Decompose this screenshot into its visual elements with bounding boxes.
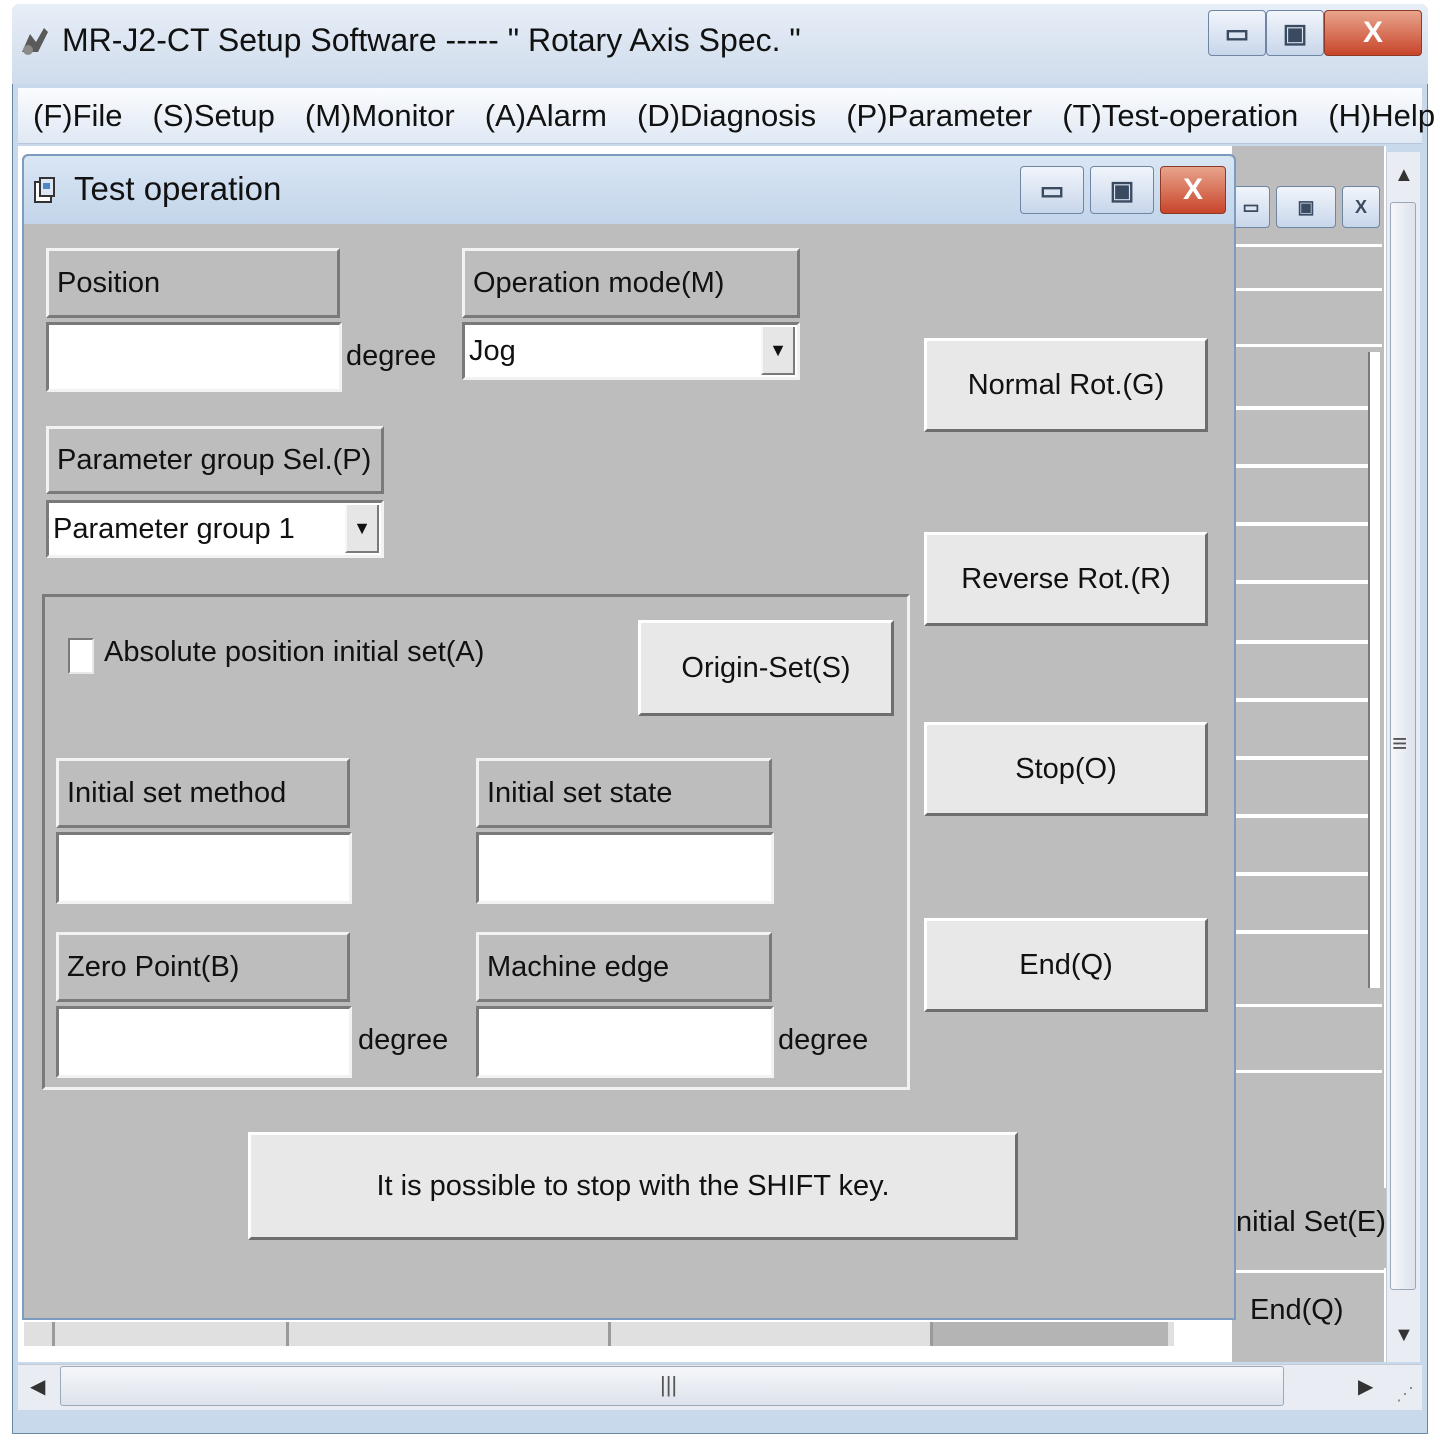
chevron-down-icon[interactable]: ▼: [345, 505, 379, 553]
divider: [608, 1322, 611, 1346]
position-field: [46, 322, 342, 392]
menu-test-operation[interactable]: (T)Test-operation: [1047, 98, 1313, 134]
background-window-panel: [1232, 146, 1384, 1362]
grip-icon: ≡: [1392, 728, 1408, 758]
divider: [1232, 244, 1382, 247]
parameter-group-select[interactable]: Parameter group 1 ▼: [46, 500, 384, 558]
table-row-line: [1232, 872, 1368, 876]
shift-key-hint: It is possible to stop with the SHIFT ke…: [248, 1132, 1018, 1240]
menu-alarm[interactable]: (A)Alarm: [470, 98, 622, 134]
menu-setup[interactable]: (S)Setup: [138, 98, 290, 134]
dialog-maximize-button[interactable]: ▣: [1090, 166, 1154, 214]
scroll-right-icon[interactable]: ▶: [1358, 1374, 1373, 1399]
dialog-title: Test operation: [74, 170, 282, 207]
menu-bar: (F)File (S)Setup (M)Monitor (A)Alarm (D)…: [18, 88, 1435, 144]
dialog-close-button[interactable]: X: [1160, 166, 1226, 214]
close-icon: X: [1182, 173, 1203, 206]
maximize-icon: ▣: [1297, 197, 1315, 217]
app-title: MR-J2-CT Setup Software ----- " Rotary A…: [62, 22, 801, 58]
divider: [1232, 1004, 1382, 1007]
grip-icon: |||: [660, 1372, 678, 1397]
initial-set-method-field: [56, 832, 352, 904]
operation-mode-value: Jog: [469, 334, 516, 367]
minimize-icon: ▭: [1224, 18, 1250, 48]
origin-set-button[interactable]: Origin-Set(S): [638, 620, 894, 716]
position-label: Position: [46, 248, 340, 318]
divider: [286, 1322, 289, 1346]
table-row-line: [1232, 756, 1368, 760]
operation-mode-label: Operation mode(M): [462, 248, 800, 318]
initial-set-state-label: Initial set state: [476, 758, 772, 828]
table-row-line: [1232, 522, 1368, 526]
scroll-up-icon[interactable]: ▲: [1394, 164, 1414, 187]
minimize-button[interactable]: ▭: [1208, 10, 1266, 56]
resize-grip-icon[interactable]: ⋰: [1396, 1384, 1414, 1405]
maximize-icon: ▣: [1282, 18, 1308, 48]
menu-help[interactable]: (H)Help: [1313, 98, 1440, 134]
normal-rotation-button[interactable]: Normal Rot.(G): [924, 338, 1208, 432]
end-button[interactable]: End(Q): [924, 918, 1208, 1012]
table-row-line: [1232, 930, 1368, 934]
position-unit: degree: [346, 340, 437, 372]
minimize-icon: ▭: [1039, 175, 1065, 205]
reverse-rotation-button[interactable]: Reverse Rot.(R): [924, 532, 1208, 626]
stop-button[interactable]: Stop(O): [924, 722, 1208, 816]
scroll-left-icon[interactable]: ◀: [30, 1374, 45, 1399]
close-button[interactable]: X: [1324, 10, 1422, 56]
absolute-position-checkbox[interactable]: [68, 638, 94, 674]
zero-point-field: [56, 1006, 352, 1078]
dialog-minimize-button[interactable]: ▭: [1020, 166, 1084, 214]
zero-point-unit: degree: [358, 1024, 449, 1056]
table-scroll-edge: [1368, 352, 1380, 988]
divider: [1232, 288, 1382, 291]
divider: [1236, 1270, 1386, 1273]
operation-mode-select[interactable]: Jog ▼: [462, 322, 800, 380]
table-row-line: [1232, 698, 1368, 702]
background-initial-set-label: nitial Set(E): [1236, 1206, 1386, 1238]
menu-monitor[interactable]: (M)Monitor: [290, 98, 470, 134]
parameter-group-value: Parameter group 1: [53, 512, 295, 545]
menu-parameter[interactable]: (P)Parameter: [831, 98, 1047, 134]
app-icon: [22, 28, 48, 55]
machine-edge-unit: degree: [778, 1024, 869, 1056]
table-row-line: [1232, 406, 1368, 410]
background-window-caption-buttons: ▭ ▣ X: [1232, 186, 1382, 230]
scroll-down-icon[interactable]: ▼: [1394, 1324, 1414, 1347]
bg-close-button[interactable]: X: [1342, 186, 1380, 228]
zero-point-label: Zero Point(B): [56, 932, 350, 1002]
divider: [930, 1322, 933, 1346]
divider: [1232, 1070, 1382, 1073]
machine-edge-field: [476, 1006, 774, 1078]
table-row-line: [1232, 580, 1368, 584]
menu-file[interactable]: (F)File: [18, 98, 138, 134]
background-status-cell: [932, 1322, 1168, 1346]
close-icon: X: [1354, 197, 1367, 217]
bg-maximize-button[interactable]: ▣: [1276, 186, 1336, 228]
table-row-line: [1232, 640, 1368, 644]
parameter-group-label: Parameter group Sel.(P): [46, 426, 384, 494]
menu-diagnosis[interactable]: (D)Diagnosis: [622, 98, 831, 134]
initial-set-state-field: [476, 832, 774, 904]
absolute-position-checkbox-label[interactable]: Absolute position initial set(A): [104, 636, 484, 669]
minimize-icon: ▭: [1242, 197, 1260, 217]
machine-edge-label: Machine edge: [476, 932, 772, 1002]
table-row-line: [1232, 464, 1368, 468]
initial-set-method-label: Initial set method: [56, 758, 350, 828]
dialog-window-icon: [34, 177, 55, 203]
table-row-line: [1232, 814, 1368, 818]
maximize-icon: ▣: [1109, 175, 1135, 205]
divider: [52, 1322, 55, 1346]
bg-minimize-button[interactable]: ▭: [1232, 186, 1270, 228]
background-end-button[interactable]: End(Q): [1250, 1294, 1343, 1327]
divider: [1232, 344, 1382, 347]
maximize-button[interactable]: ▣: [1266, 10, 1324, 56]
chevron-down-icon[interactable]: ▼: [761, 327, 795, 375]
close-icon: X: [1362, 16, 1383, 49]
